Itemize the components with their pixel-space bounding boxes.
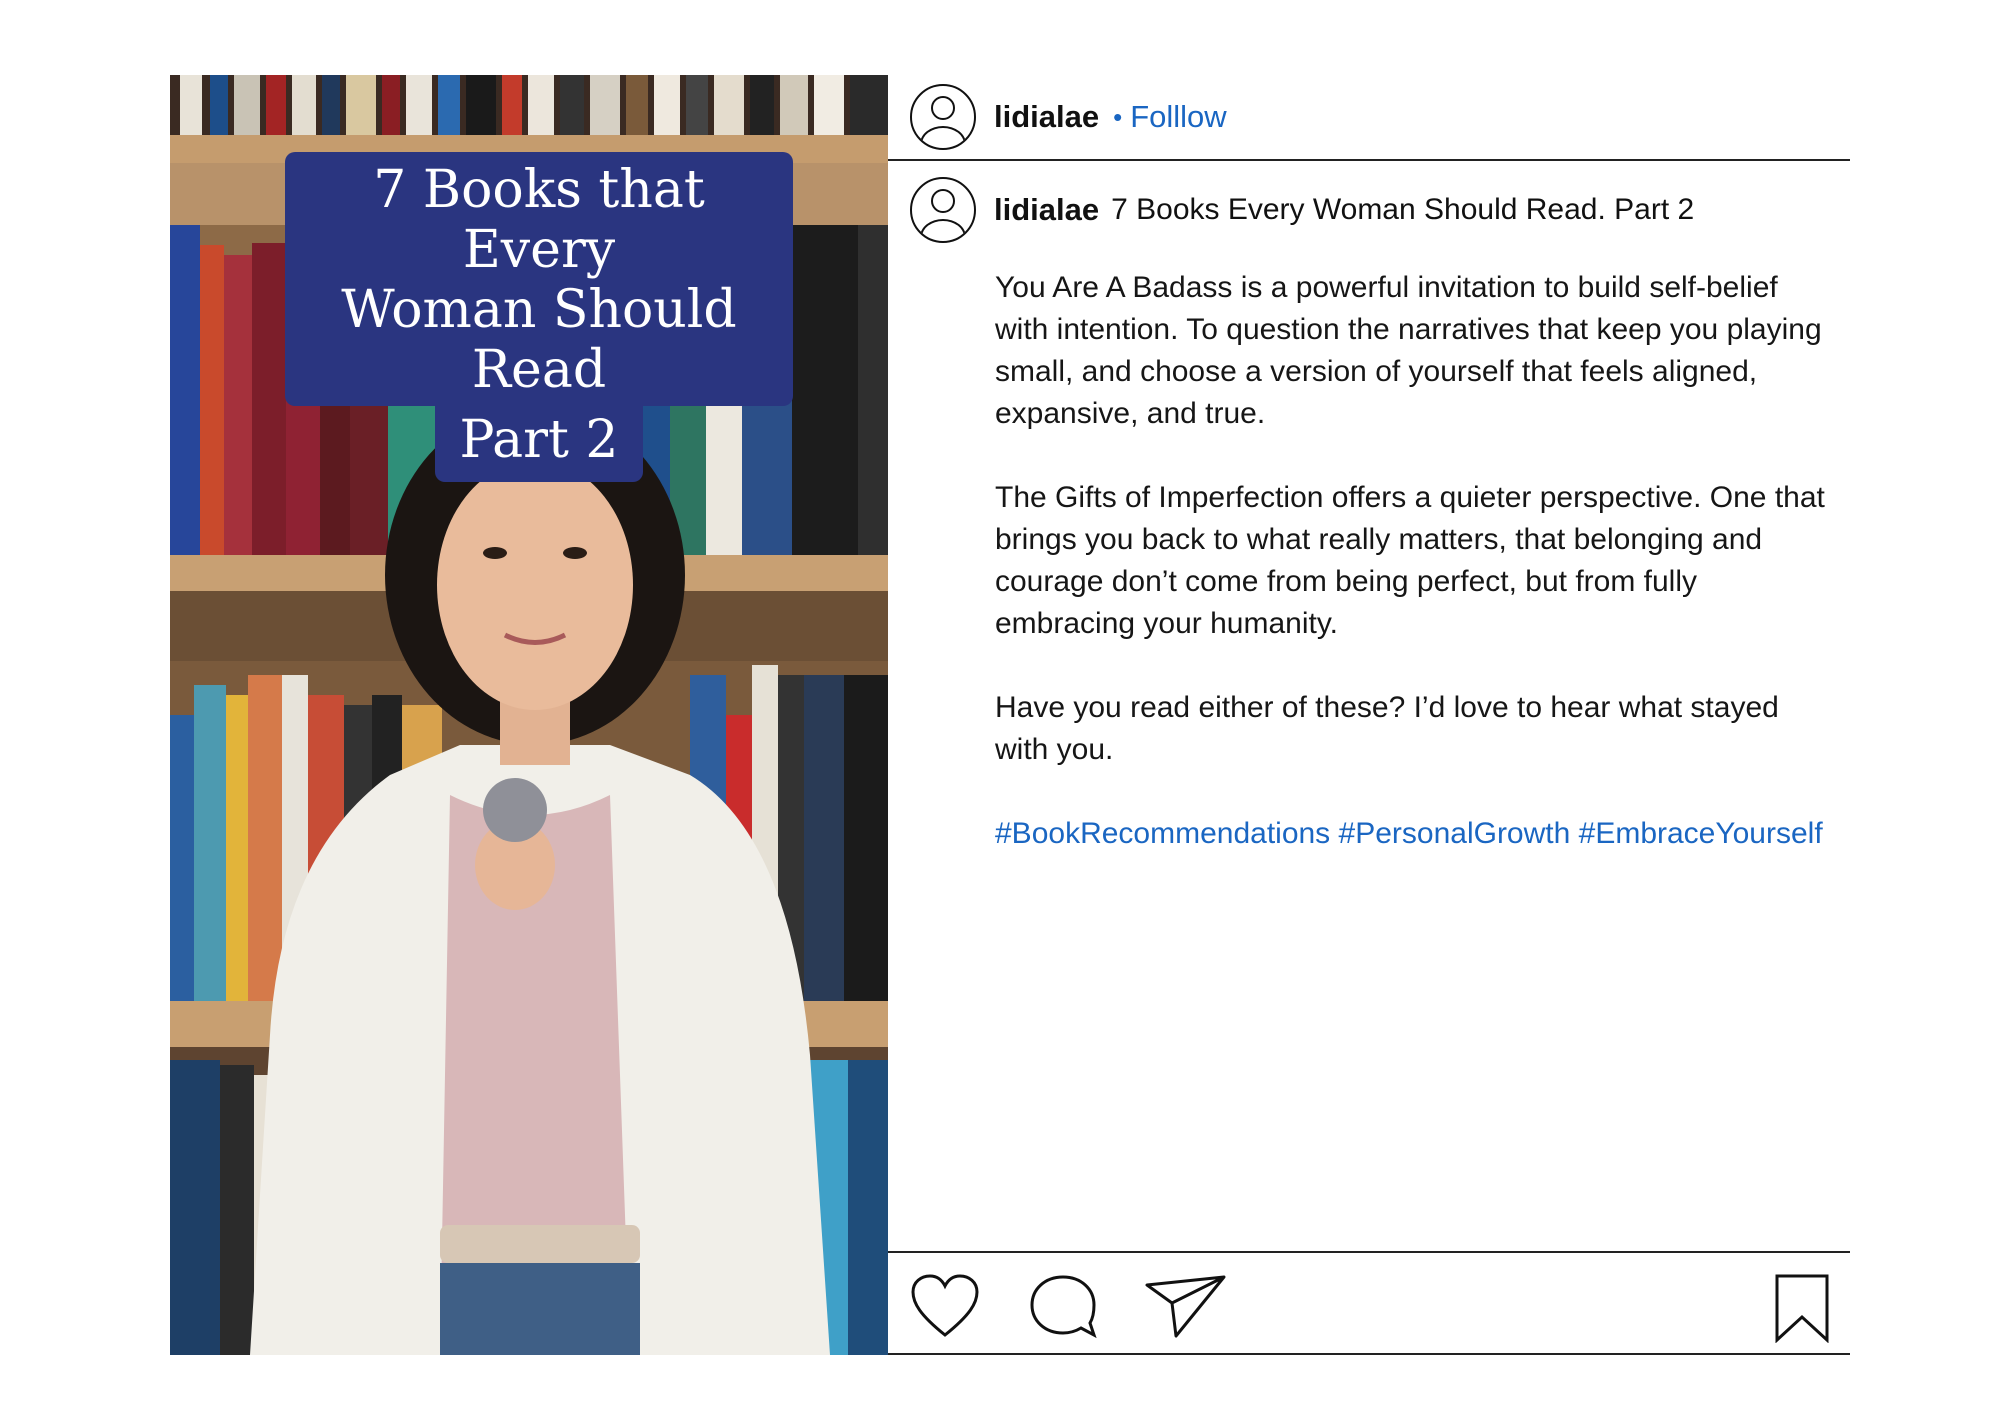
caption-username[interactable]: lidialae [994,192,1099,228]
avatar-head-icon [931,189,955,213]
caption-paragraph-1: You Are A Badass is a powerful invitatio… [995,271,1822,430]
header-divider [888,159,1850,161]
caption-header: lidialae 7 Books Every Woman Should Read… [910,176,1840,244]
caption-hashtags[interactable]: #BookRecommendations #PersonalGrowth #Em… [995,813,1825,855]
avatar-head-icon [931,96,955,120]
follow-button[interactable]: Folllow [1130,99,1226,135]
bookmark-icon[interactable] [1774,1273,1830,1343]
caption-title: 7 Books Every Woman Should Read. Part 2 [1111,193,1695,226]
post-header: lidialae • Folllow [910,75,1840,159]
overlay-title-line1: 7 Books that Every [373,160,705,280]
post-details-panel: lidialae • Folllow lidialae 7 Books Ever… [888,75,1850,1355]
caption-paragraph-3: Have you read either of these? I’d love … [995,691,1779,766]
caption-avatar[interactable] [910,177,976,243]
post-actions-bar [888,1255,1850,1351]
header-username[interactable]: lidialae [994,99,1099,135]
comment-icon[interactable] [1028,1273,1098,1339]
image-title-overlay: 7 Books that Every Woman Should Read Par… [285,152,793,482]
avatar-body-icon [920,126,966,148]
follow-separator-dot: • [1113,101,1123,132]
actions-bottom-divider [888,1353,1850,1355]
actions-top-divider [888,1251,1850,1253]
caption-paragraph-2: The Gifts of Imperfection offers a quiet… [995,481,1825,640]
overlay-title-part-band: Part 2 [435,404,643,482]
post-image[interactable]: 7 Books that Every Woman Should Read Par… [170,75,888,1355]
overlay-title-band: 7 Books that Every Woman Should Read [285,152,793,406]
share-icon[interactable] [1144,1273,1228,1339]
heart-icon[interactable] [910,1273,980,1339]
caption-body: You Are A Badass is a powerful invitatio… [995,267,1825,897]
avatar[interactable] [910,84,976,150]
avatar-body-icon [920,219,966,241]
overlay-title-line2: Woman Should Read [341,280,737,400]
overlay-title-line3: Part 2 [459,410,619,470]
